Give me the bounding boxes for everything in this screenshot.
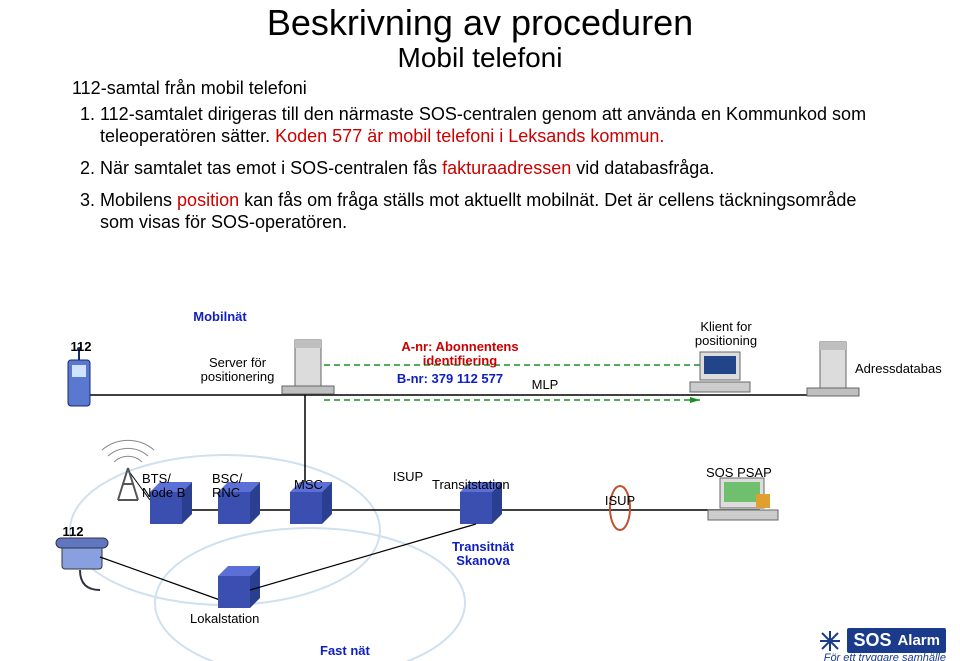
anr-label: A-nr: Abonnentens identifiering bbox=[370, 340, 550, 369]
transitnat-label-2: Skanova bbox=[456, 553, 509, 568]
num112-top-label: 112 bbox=[66, 340, 96, 354]
msc-label: MSC bbox=[294, 478, 334, 492]
server-label-1: Server för bbox=[209, 355, 266, 370]
sos-psap-icon bbox=[708, 478, 778, 520]
logo-badge: SOS Alarm bbox=[847, 628, 946, 653]
lokal-label: Lokalstation bbox=[190, 612, 285, 626]
transit-label: Transitstation bbox=[432, 478, 542, 492]
transitnat-label: Transitnät Skanova bbox=[438, 540, 528, 569]
phone-to-lokal-line bbox=[100, 557, 220, 600]
logo-tagline: För ett tryggare samhälle bbox=[824, 652, 946, 661]
client-computer-icon bbox=[690, 352, 750, 392]
mlp-arrowhead-2 bbox=[690, 397, 700, 403]
logo-star-icon bbox=[819, 630, 841, 652]
klient-label-1: Klient for bbox=[700, 319, 751, 334]
mlp-label: MLP bbox=[525, 378, 565, 392]
logo-word: Alarm bbox=[897, 632, 940, 649]
lokalstation-node-icon bbox=[218, 566, 260, 608]
diagram-page: Beskrivning av proceduren Mobil telefoni… bbox=[0, 0, 960, 661]
bts-label: BTS/ Node B bbox=[142, 472, 197, 501]
isup1-label: ISUP bbox=[388, 470, 428, 484]
server-label: Server för positionering bbox=[190, 356, 285, 385]
desk-phone-icon bbox=[56, 538, 108, 590]
isup2-label: ISUP bbox=[598, 494, 642, 508]
klient-label-2: positioning bbox=[695, 333, 757, 348]
num112-bottom-label: 112 bbox=[58, 525, 88, 539]
bsc-label: BSC/ RNC bbox=[212, 472, 262, 501]
klient-label: Klient for positioning bbox=[676, 320, 776, 349]
ident-text: identifiering bbox=[423, 353, 497, 368]
bsc-label-1: BSC/ bbox=[212, 471, 242, 486]
logo-brand: SOS bbox=[853, 630, 891, 651]
transitnat-label-1: Transitnät bbox=[452, 539, 514, 554]
anr-text: A-nr: Abonnentens bbox=[401, 339, 518, 354]
bsc-label-2: RNC bbox=[212, 485, 240, 500]
adressdb-label: Adressdatabas bbox=[855, 362, 955, 376]
bts-label-2: Node B bbox=[142, 485, 185, 500]
mobilnat-label: Mobilnät bbox=[185, 310, 255, 324]
sospsap-label: SOS PSAP bbox=[706, 466, 786, 480]
sos-alarm-logo: SOS Alarm För ett tryggare samhälle bbox=[819, 628, 946, 653]
positioning-server-icon bbox=[282, 340, 334, 394]
fastnat-ellipse bbox=[155, 528, 465, 661]
bts-label-1: BTS/ bbox=[142, 471, 171, 486]
fastnat-label: Fast nät bbox=[320, 644, 400, 658]
server-label-2: positionering bbox=[201, 369, 275, 384]
mobile-phone-icon bbox=[68, 347, 90, 406]
bnr-label: B-nr: 379 112 577 bbox=[370, 372, 530, 386]
address-db-server-icon bbox=[807, 342, 859, 396]
